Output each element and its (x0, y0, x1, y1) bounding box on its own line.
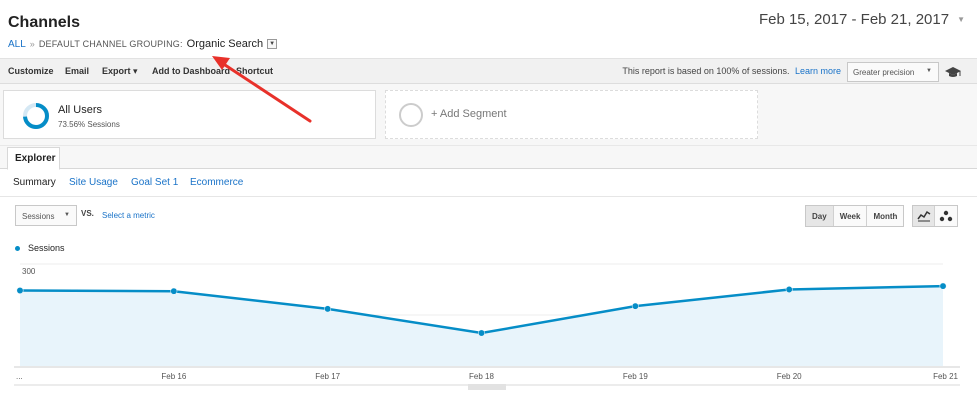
explorer-subtabs: Summary Site Usage Goal Set 1 Ecommerce (0, 169, 977, 197)
sampling-note-text: This report is based on 100% of sessions… (622, 66, 790, 76)
sessions-data-point[interactable] (478, 329, 485, 337)
chevron-down-icon[interactable]: ▼ (267, 39, 278, 49)
x-tick-label: Feb 19 (623, 372, 648, 381)
sessions-data-point[interactable] (170, 287, 178, 295)
date-range-picker[interactable]: Feb 15, 2017 - Feb 21, 2017 ▼ (759, 11, 965, 28)
subtab-summary[interactable]: Summary (13, 177, 56, 188)
sampling-note: This report is based on 100% of sessions… (622, 66, 841, 76)
breadcrumb-dimension-label: DEFAULT CHANNEL GROUPING: (38, 39, 183, 49)
line-chart-icon (916, 210, 930, 222)
chart-view-toggle (912, 205, 958, 227)
subtab-site-usage[interactable]: Site Usage (69, 177, 118, 188)
metric-select-value: Sessions (22, 212, 55, 221)
chevron-down-icon: ▼ (926, 68, 932, 74)
chart-resize-handle[interactable] (468, 384, 506, 390)
x-tick-label: Feb 17 (315, 372, 340, 381)
chart-controls: Sessions ▼ VS. Select a metric Day Week … (0, 197, 977, 237)
segment-name: All Users (58, 104, 103, 116)
period-toggle: Day Week Month (805, 205, 905, 227)
graduation-cap-icon[interactable] (945, 65, 961, 79)
period-day-button[interactable]: Day (806, 206, 834, 226)
tab-explorer[interactable]: Explorer (7, 147, 60, 170)
segment-bar: All Users 73.56% Sessions + Add Segment (0, 84, 977, 146)
learn-more-link[interactable]: Learn more (795, 66, 841, 76)
breadcrumb-dimension-value: Organic Search (186, 38, 264, 50)
sessions-data-point[interactable] (631, 302, 639, 310)
x-tick-label: ... (16, 372, 23, 381)
breadcrumb: ALL » DEFAULT CHANNEL GROUPING: Organic … (8, 38, 278, 50)
legend-swatch (15, 245, 20, 251)
bubble-chart-icon (939, 210, 953, 222)
sessions-data-point[interactable] (939, 282, 947, 290)
x-tick-label: Feb 21 (933, 372, 958, 381)
empty-segment-ring-icon (399, 103, 423, 127)
sessions-data-point[interactable] (324, 305, 332, 313)
report-header: Channels ALL » DEFAULT CHANNEL GROUPING:… (0, 0, 977, 58)
metric-select[interactable]: Sessions ▼ (15, 205, 77, 226)
subtab-ecommerce[interactable]: Ecommerce (190, 177, 243, 188)
add-to-dashboard-button[interactable]: Add to Dashboard (152, 66, 230, 76)
chevron-down-icon: ▼ (64, 212, 70, 218)
segment-all-users[interactable]: All Users 73.56% Sessions (3, 90, 376, 139)
x-tick-label: Feb 16 (161, 372, 186, 381)
sessions-chart: 300150...Feb 16Feb 17Feb 18Feb 19Feb 20F… (0, 256, 977, 406)
customize-button[interactable]: Customize (8, 66, 54, 76)
add-segment-button[interactable]: + Add Segment (385, 90, 758, 139)
shortcut-button[interactable]: Shortcut (236, 66, 273, 76)
sessions-area (20, 286, 943, 366)
email-button[interactable]: Email (65, 66, 89, 76)
sessions-data-point[interactable] (16, 287, 24, 294)
precision-value: Greater precision (853, 68, 915, 77)
page-title: Channels (8, 14, 81, 31)
export-button[interactable]: Export ▾ (102, 66, 138, 77)
subtab-goal-set-1[interactable]: Goal Set 1 (131, 177, 178, 188)
sessions-data-point[interactable] (785, 286, 793, 293)
chevron-down-icon: ▼ (957, 15, 965, 24)
period-month-button[interactable]: Month (867, 206, 904, 226)
legend-series-label: Sessions (28, 243, 65, 253)
report-toolbar: Customize Email Export ▾ Add to Dashboar… (0, 58, 977, 84)
x-tick-label: Feb 20 (777, 372, 802, 381)
segment-percentage-ring-icon (23, 103, 49, 129)
line-chart-view-button[interactable] (913, 206, 935, 226)
period-week-button[interactable]: Week (833, 206, 868, 226)
breadcrumb-all-link[interactable]: ALL (8, 39, 26, 50)
x-tick-label: Feb 18 (469, 372, 494, 381)
date-range-text: Feb 15, 2017 - Feb 21, 2017 (758, 11, 950, 28)
y-tick-label: 300 (22, 267, 36, 276)
select-metric-link[interactable]: Select a metric (102, 211, 155, 220)
report-tabs: Explorer (0, 146, 977, 170)
segment-share: 73.56% Sessions (58, 120, 120, 129)
chart-legend: Sessions (15, 243, 65, 253)
sessions-area-chart: 300150...Feb 16Feb 17Feb 18Feb 19Feb 20F… (14, 263, 960, 390)
vs-label: VS. (81, 209, 94, 218)
breadcrumb-separator: » (29, 39, 35, 49)
precision-select[interactable]: Greater precision ▼ (847, 62, 939, 82)
motion-chart-view-button[interactable] (935, 206, 957, 226)
add-segment-label: + Add Segment (431, 108, 507, 120)
